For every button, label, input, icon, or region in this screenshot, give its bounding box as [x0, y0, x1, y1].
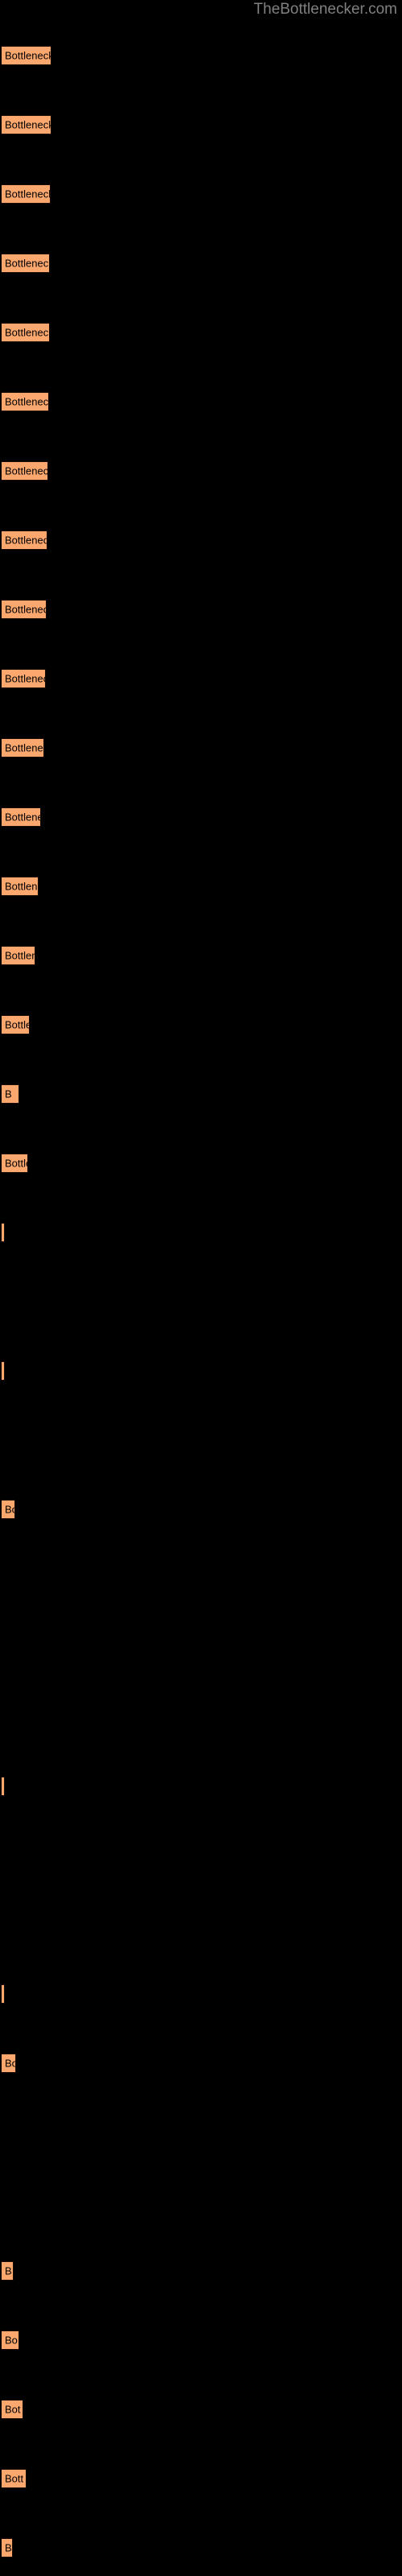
- bar-row: [0, 1361, 402, 1381]
- bar[interactable]: Bottleneck res: [2, 392, 49, 411]
- bar[interactable]: Bott: [2, 2469, 27, 2488]
- bar[interactable]: Bottleneck: [2, 946, 35, 965]
- bar[interactable]: Bot: [2, 2400, 23, 2419]
- bar[interactable]: Bottleneck res: [2, 600, 47, 619]
- bar[interactable]: Bottleneck resu: [2, 46, 51, 65]
- bar-row: Bottle: [0, 1154, 402, 1173]
- bar-row: Bottleneck resu: [0, 184, 402, 204]
- bar-row: Bottlen: [0, 1015, 402, 1034]
- bar[interactable]: Bottleneck resu: [2, 115, 51, 134]
- bar-label: B: [5, 2264, 12, 2277]
- bar-label: Bottleneck res: [5, 257, 50, 270]
- bar-label: Bottleneck re: [5, 741, 43, 754]
- bar-row: Bot: [0, 2400, 402, 2419]
- bar-row: Bo: [0, 1500, 402, 1519]
- bar-label: Bottleneck res: [5, 534, 47, 547]
- bar-label: Bottleneck resu: [5, 188, 51, 200]
- bar-chart: Bottleneck resu Bottleneck resu Bottleneck…: [0, 0, 402, 2576]
- bar[interactable]: Bottleneck: [2, 807, 41, 827]
- bar-label: Bo: [5, 2057, 15, 2070]
- bar-row: Bottleneck res: [0, 530, 402, 550]
- bar[interactable]: [2, 1223, 5, 1242]
- bar-row: Bottleneck resu: [0, 46, 402, 65]
- bar-label: Bott: [5, 2472, 24, 2485]
- bar-label: Bottleneck r: [5, 880, 38, 893]
- bar[interactable]: [2, 1777, 5, 1796]
- bar-label: B: [5, 2541, 12, 2554]
- bar-row: B: [0, 1084, 402, 1104]
- bar-label: Bottleneck res: [5, 464, 48, 477]
- bar-row: Bo: [0, 2330, 402, 2350]
- bar[interactable]: B: [2, 1084, 19, 1104]
- bar-row: [0, 1223, 402, 1242]
- bar-label: Bottleneck res: [5, 603, 46, 616]
- bar-row: Bottleneck r: [0, 877, 402, 896]
- bar-row: Bottleneck res: [0, 254, 402, 273]
- bar-row: B: [0, 2261, 402, 2281]
- bar-label: Bottleneck: [5, 949, 35, 962]
- bar-row: Bottleneck re: [0, 738, 402, 758]
- bar-row: Bottleneck res: [0, 392, 402, 411]
- bar-label: Bottle: [5, 1157, 27, 1170]
- bar-label: Bo: [5, 1503, 14, 1516]
- bar[interactable]: Bottle: [2, 1154, 28, 1173]
- bar-label: Bottleneck res: [5, 326, 50, 339]
- bar[interactable]: [2, 1984, 5, 2004]
- bar-label: Bottleneck res: [5, 395, 49, 408]
- bar[interactable]: Bottleneck resu: [2, 184, 51, 204]
- bar[interactable]: Bo: [2, 2054, 16, 2073]
- bar[interactable]: Bottleneck res: [2, 461, 48, 481]
- bar-row: Bottleneck: [0, 946, 402, 965]
- bar-row: Bottleneck re: [0, 669, 402, 688]
- bar-row: Bott: [0, 2469, 402, 2488]
- bar[interactable]: Bottlen: [2, 1015, 30, 1034]
- bar-label: B: [5, 1088, 12, 1100]
- bar[interactable]: Bottleneck re: [2, 669, 46, 688]
- bar[interactable]: Bottleneck res: [2, 323, 50, 342]
- bar[interactable]: Bottleneck re: [2, 738, 44, 758]
- bar-row: [0, 1777, 402, 1796]
- bar-row: Bottleneck res: [0, 461, 402, 481]
- bar-row: Bottleneck: [0, 807, 402, 827]
- bar-row: Bottleneck resu: [0, 115, 402, 134]
- bar-label: Bottleneck resu: [5, 49, 51, 62]
- bar-label: Bo: [5, 2334, 18, 2347]
- bar-label: Bottleneck resu: [5, 118, 51, 131]
- bar-label: Bot: [5, 2403, 21, 2416]
- bar[interactable]: Bottleneck res: [2, 530, 47, 550]
- bar-row: Bottleneck res: [0, 600, 402, 619]
- bar[interactable]: B: [2, 2538, 13, 2557]
- bar-row: [0, 1984, 402, 2004]
- page-title: TheBottlenecker.com: [253, 1, 397, 18]
- bar[interactable]: Bo: [2, 2330, 19, 2350]
- bar[interactable]: Bottleneck r: [2, 877, 39, 896]
- bar-label: Bottleneck re: [5, 672, 45, 685]
- bar-row: B: [0, 2538, 402, 2557]
- bar[interactable]: B: [2, 2261, 14, 2281]
- bar[interactable]: Bottleneck res: [2, 254, 50, 273]
- bar[interactable]: [2, 1361, 5, 1381]
- bar-label: Bottleneck: [5, 811, 40, 824]
- bar[interactable]: Bo: [2, 1500, 15, 1519]
- bar-row: Bottleneck res: [0, 323, 402, 342]
- bar-label: Bottlen: [5, 1018, 29, 1031]
- bar-row: Bo: [0, 2054, 402, 2073]
